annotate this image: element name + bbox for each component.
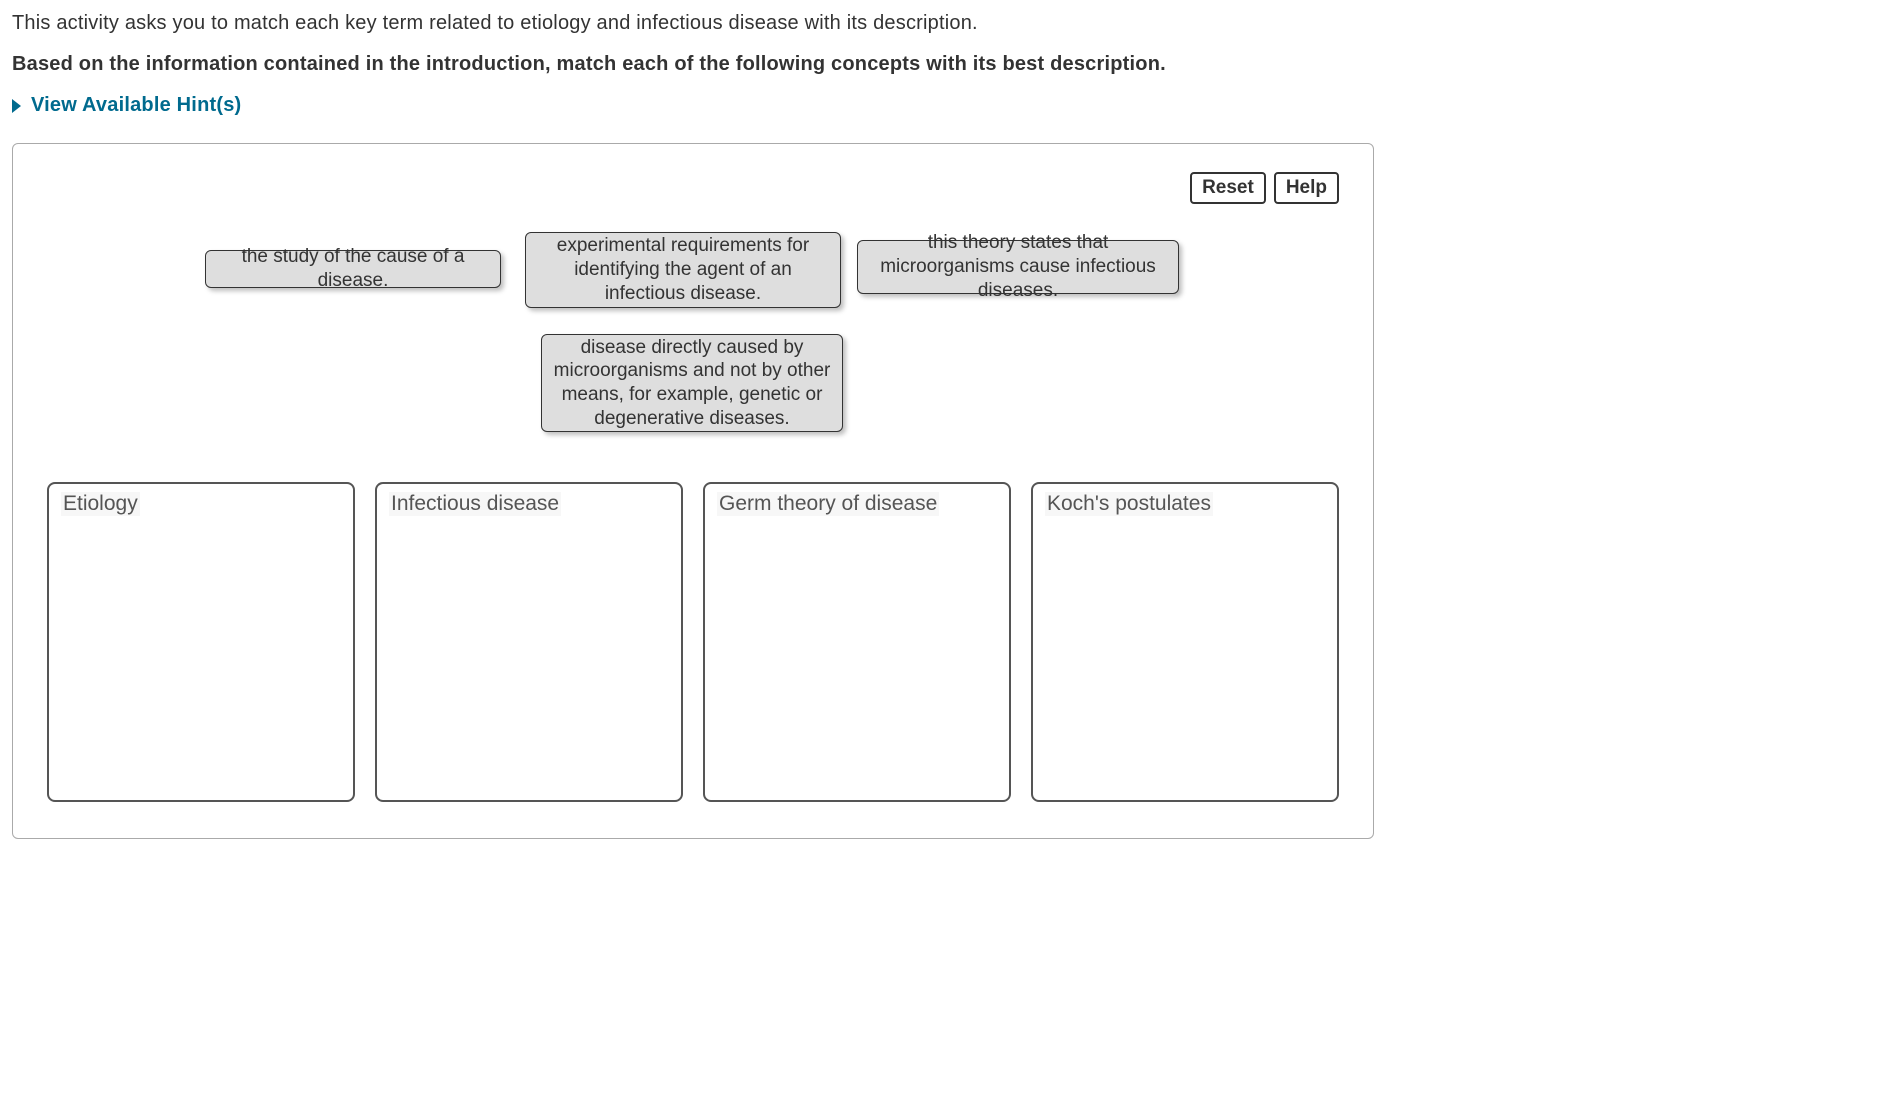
draggable-tile-experimental-requirements[interactable]: experimental requirements for identifyin… — [525, 232, 841, 308]
dropzone-label: Infectious disease — [389, 492, 561, 516]
dropzone-label: Etiology — [61, 492, 140, 516]
dropzone-label: Germ theory of disease — [717, 492, 939, 516]
dropzone-row: Etiology Infectious disease Germ theory … — [47, 482, 1339, 802]
view-hints-link[interactable]: View Available Hint(s) — [12, 94, 241, 117]
chevron-right-icon — [12, 99, 21, 113]
dropzone-infectious-disease[interactable]: Infectious disease — [375, 482, 683, 802]
reset-button[interactable]: Reset — [1190, 172, 1266, 204]
draggable-tile-germ-theory-statement[interactable]: this theory states that microorganisms c… — [857, 240, 1179, 294]
toolbar: Reset Help — [47, 172, 1339, 204]
dropzone-kochs-postulates[interactable]: Koch's postulates — [1031, 482, 1339, 802]
help-button[interactable]: Help — [1274, 172, 1339, 204]
draggable-tile-study-of-cause[interactable]: the study of the cause of a disease. — [205, 250, 501, 288]
activity-intro: This activity asks you to match each key… — [12, 12, 1876, 35]
draggable-tile-disease-by-microorganisms[interactable]: disease directly caused by microorganism… — [541, 334, 843, 432]
activity-prompt: Based on the information contained in th… — [12, 53, 1876, 76]
dropzone-etiology[interactable]: Etiology — [47, 482, 355, 802]
view-hints-label: View Available Hint(s) — [31, 94, 241, 117]
dropzone-label: Koch's postulates — [1045, 492, 1213, 516]
draggable-source-area: the study of the cause of a disease. exp… — [47, 232, 1339, 462]
activity-container: Reset Help the study of the cause of a d… — [12, 143, 1374, 839]
dropzone-germ-theory[interactable]: Germ theory of disease — [703, 482, 1011, 802]
